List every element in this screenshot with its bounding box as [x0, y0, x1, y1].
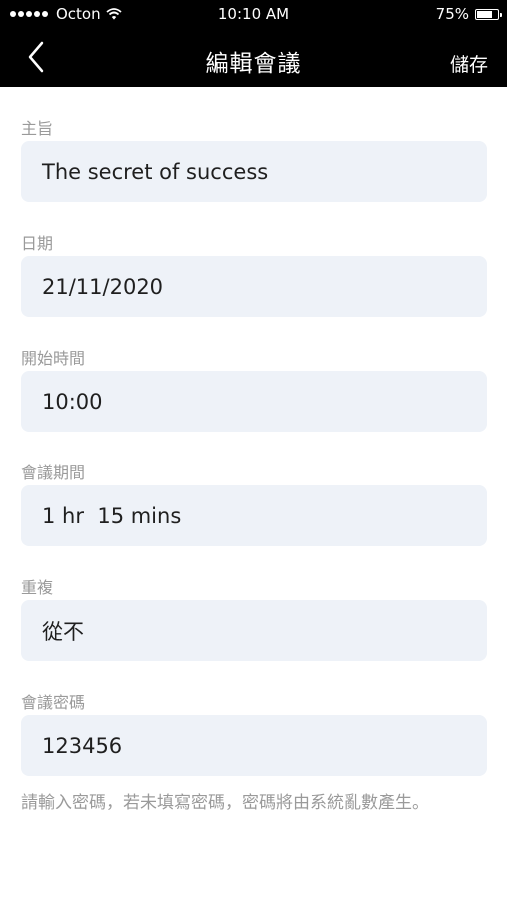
repeat-select[interactable]: 從不: [21, 600, 487, 661]
repeat-label: 重複: [21, 578, 54, 597]
status-time: 10:10 AM: [217, 5, 290, 23]
date-label: 日期: [21, 234, 54, 253]
duration-input[interactable]: 1 hr 15 mins: [21, 485, 487, 546]
duration-label: 會議期間: [21, 463, 86, 482]
subject-label: 主旨: [21, 119, 54, 138]
page-title: 編輯會議: [205, 51, 302, 77]
start-time-input[interactable]: 10:00: [21, 371, 487, 432]
subject-input[interactable]: The secret of success: [21, 141, 487, 202]
date-input[interactable]: 21/11/2020: [21, 256, 487, 317]
password-label: 會議密碼: [21, 693, 86, 712]
start-time-label: 開始時間: [21, 349, 86, 368]
battery-icon: [475, 8, 502, 20]
password-input[interactable]: 123456: [21, 715, 487, 776]
navigation-bar: 編輯會議 儲存: [0, 28, 507, 87]
save-button[interactable]: 儲存: [450, 50, 488, 77]
status-bar: Octon 10:10 AM 75%: [0, 0, 507, 28]
password-hint: 請輸入密碼，若未填寫密碼，密碼將由系統亂數產生。: [21, 793, 429, 813]
status-right: 75%: [435, 5, 502, 23]
edit-meeting-screen: Octon 10:10 AM 75% 編輯會議 儲存 主旨 The secret…: [0, 0, 507, 900]
battery-level: [477, 10, 492, 18]
battery-percentage: 75%: [435, 5, 469, 23]
